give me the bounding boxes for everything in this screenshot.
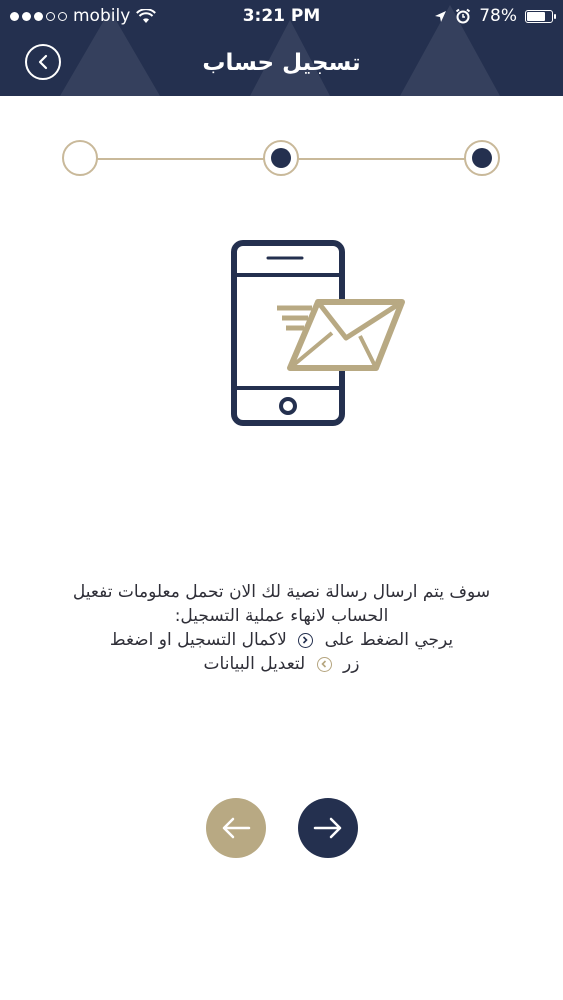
alarm-clock-icon <box>456 8 471 24</box>
message-line-1: سوف يتم ارسال رسالة نصية لك الان تحمل مع… <box>72 582 491 602</box>
page-title: تسجيل حساب <box>202 50 361 76</box>
battery-percent: 78% <box>479 6 517 26</box>
arrow-back-inline-icon <box>316 656 332 672</box>
arrow-right-icon <box>313 817 342 839</box>
step-3-indicator <box>464 140 500 176</box>
previous-button[interactable] <box>206 798 266 858</box>
status-bar: mobily 3:21 PM 78% <box>0 0 563 32</box>
instruction-message: سوف يتم ارسال رسالة نصية لك الان تحمل مع… <box>50 580 513 676</box>
arrow-forward-inline-icon <box>298 632 314 648</box>
message-line-4: زر لتعديل البيانات <box>50 652 513 676</box>
status-right: 78% <box>434 6 556 26</box>
message-line-4-before: زر <box>343 654 360 674</box>
progress-stepper <box>62 140 500 178</box>
next-button[interactable] <box>298 798 358 858</box>
phone-envelope-icon <box>231 240 405 426</box>
step-2-indicator <box>263 140 299 176</box>
location-arrow-icon <box>435 10 447 22</box>
message-line-3-before: يرجي الضغط على <box>324 630 454 650</box>
message-line-2: الحساب لانهاء عملية التسجيل: <box>174 606 389 626</box>
arrow-left-icon <box>222 817 251 839</box>
message-line-4-after: لتعديل البيانات <box>203 654 306 674</box>
message-line-3: يرجي الضغط على لاكمال التسجيل او اضغط <box>50 628 513 652</box>
battery-icon <box>525 9 556 23</box>
message-line-3-after: لاكمال التسجيل او اضغط <box>109 630 287 650</box>
step-1-indicator <box>62 140 98 176</box>
app-header: mobily 3:21 PM 78% تسجيل حساب <box>0 0 563 96</box>
